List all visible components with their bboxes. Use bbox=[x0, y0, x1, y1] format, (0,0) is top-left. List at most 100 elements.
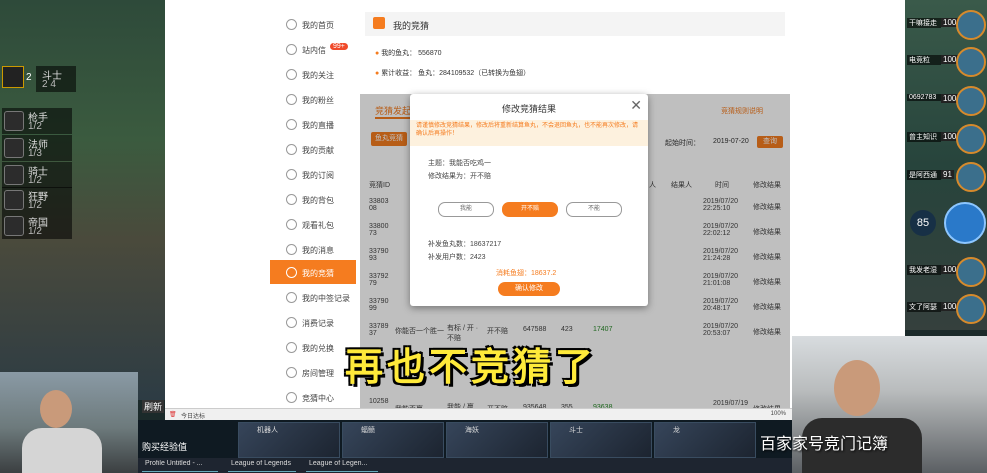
webcam-left bbox=[0, 372, 138, 473]
hex-level-icon bbox=[2, 66, 24, 88]
close-icon[interactable]: ✕ bbox=[630, 97, 642, 114]
total-fish-row: 补发鱼丸数：18637217 bbox=[428, 241, 502, 248]
player-avatar bbox=[956, 47, 986, 77]
sidebar-item-home[interactable]: 我的首页 bbox=[270, 12, 356, 36]
sidebar-item-fans[interactable]: 我的粉丝 bbox=[270, 87, 356, 111]
player-avatar bbox=[956, 124, 986, 154]
receipt-icon bbox=[286, 317, 297, 328]
sidebar-item-contribution[interactable]: 我的贡献 bbox=[270, 137, 356, 161]
taskbar-item-lol-2[interactable]: League of Legen... bbox=[306, 460, 378, 472]
sidebar-item-message-center[interactable]: 我的消息 bbox=[270, 237, 356, 261]
heart-icon bbox=[286, 69, 297, 80]
sidebar-item-gift[interactable]: 观看礼包 bbox=[270, 212, 356, 236]
player-avatar bbox=[956, 10, 986, 40]
ticket-icon bbox=[286, 292, 297, 303]
room-icon bbox=[286, 367, 297, 378]
gift-box-icon bbox=[286, 219, 297, 230]
shop-champion-card[interactable]: 机器人 bbox=[238, 422, 340, 458]
trait-brawler: 斗士 2 4 bbox=[36, 66, 76, 92]
player-avatar bbox=[956, 257, 986, 287]
sidebar-item-guess[interactable]: 我的竞猜 bbox=[270, 260, 356, 284]
shop-champion-card[interactable]: 斗士 bbox=[550, 422, 652, 458]
home-icon bbox=[286, 19, 297, 30]
player-entry[interactable]: 文了阿瑟 100 bbox=[905, 292, 987, 324]
taskbar-item-profile[interactable]: Profile Untitled - ... bbox=[142, 460, 218, 472]
trait-gunner: 枪手 1/2 bbox=[2, 108, 72, 134]
imperial-icon bbox=[4, 216, 24, 236]
fish-ball-row: ● 我的鱼丸： 556870 bbox=[375, 50, 442, 57]
coin-icon: ● bbox=[375, 70, 380, 77]
player-entry[interactable]: 干嘛接走 100 bbox=[905, 8, 987, 40]
sidebar-item-subscribe[interactable]: 我的订阅 bbox=[270, 162, 356, 186]
bag-icon bbox=[286, 194, 297, 205]
delete-icon[interactable]: 🗑 bbox=[169, 411, 177, 418]
unread-badge: 99+ bbox=[330, 43, 348, 50]
subscribe-icon bbox=[286, 169, 297, 180]
shop-champion-card[interactable]: 龙 bbox=[654, 422, 756, 458]
mail-icon bbox=[286, 44, 297, 55]
player-avatar bbox=[956, 294, 986, 324]
shop-champion-card[interactable]: 蝠鲼 bbox=[342, 422, 444, 458]
bell-icon bbox=[286, 244, 297, 255]
player-entry[interactable]: 0692783 100 bbox=[905, 84, 987, 116]
refresh-label[interactable]: 刷新 bbox=[142, 400, 165, 413]
trait-imperial: 帝国 1/2 bbox=[2, 213, 72, 239]
change-row: 修改结果为：开不赔 bbox=[428, 173, 491, 180]
player-level-badge: 85 bbox=[910, 210, 936, 236]
player-entry[interactable]: 曾主知识 100 bbox=[905, 122, 987, 154]
confirm-button[interactable]: 确认修改 bbox=[498, 282, 560, 296]
watermark: 百家家号竞门记簿 bbox=[760, 436, 889, 453]
income-row: ● 累计收益： 鱼丸：284109532（已转换为鱼翅） bbox=[375, 70, 531, 77]
trophy-icon bbox=[286, 267, 297, 278]
page-title: 我的竞猜 bbox=[393, 21, 430, 31]
zoom-level[interactable]: 100% bbox=[771, 411, 786, 417]
sidebar-item-lottery[interactable]: 我的中签记录 bbox=[270, 285, 356, 309]
player-avatar bbox=[956, 86, 986, 116]
warning-notice: 请谨慎修改竞猜结果，修改后将重新结算鱼丸，不会退回鱼丸，也不能再次修改，请确认后… bbox=[410, 120, 648, 146]
game-view-left: 2 斗士 2 4 枪手 1/2 法师 1/3 骑士 1/2 狂野 1/2 帝国 1/2 bbox=[0, 0, 165, 400]
trait-mage: 法师 1/3 bbox=[2, 135, 72, 161]
dialog-title: 修改竞猜结果 bbox=[501, 104, 556, 114]
sidebar-item-exchange[interactable]: 我的兑换 bbox=[270, 335, 356, 359]
player-avatar bbox=[956, 162, 986, 192]
sidebar-item-room[interactable]: 房间管理 bbox=[270, 360, 356, 384]
gift-icon bbox=[286, 144, 297, 155]
center-icon bbox=[286, 392, 297, 403]
streamer-body bbox=[22, 428, 102, 473]
sidebar-item-messages[interactable]: 站内信 99+ bbox=[270, 37, 356, 61]
sidebar-item-bag[interactable]: 我的背包 bbox=[270, 187, 356, 211]
mage-icon bbox=[4, 138, 24, 158]
fans-icon bbox=[286, 94, 297, 105]
taskbar-item-lol[interactable]: League of Legends bbox=[228, 460, 296, 472]
trait-wild: 狂野 1/2 bbox=[2, 187, 72, 213]
game-view-right: 干嘛接走 100 电竞粒 100 0692783 100 曾主知识 100 是阿西通 91… bbox=[905, 0, 987, 330]
player-entry[interactable]: 是阿西通 91 bbox=[905, 160, 987, 192]
trophy-icon bbox=[373, 17, 385, 29]
streamer-face bbox=[834, 360, 880, 416]
video-subtitle: 再也不竞猜了 bbox=[345, 347, 598, 389]
taskbar: Profile Untitled - ... League of Legends… bbox=[138, 458, 792, 473]
sidebar-item-consume[interactable]: 消费记录 bbox=[270, 310, 356, 334]
option-cannot-button[interactable]: 不能 bbox=[566, 202, 622, 217]
sidebar-item-follow[interactable]: 我的关注 bbox=[270, 62, 356, 86]
status-left-text: 今日达标 bbox=[181, 414, 206, 420]
streamer-face bbox=[40, 390, 72, 428]
little-legend-avatar bbox=[944, 202, 986, 244]
player-entry[interactable]: 我发老湿 100 bbox=[905, 255, 987, 287]
game-level: 2 bbox=[26, 72, 32, 83]
champion-shop: 机器人 蝠鲼 海妖 斗士 龙 bbox=[138, 420, 792, 458]
wild-icon bbox=[4, 190, 24, 210]
sidebar-item-guess-center[interactable]: 竞猜中心 bbox=[270, 385, 356, 409]
shop-champion-card[interactable]: 海妖 bbox=[446, 422, 548, 458]
knight-icon bbox=[4, 165, 24, 185]
option-no-payout-button[interactable]: 开不赔 bbox=[502, 202, 558, 217]
live-icon bbox=[286, 119, 297, 130]
total-user-row: 补发用户数：2423 bbox=[428, 254, 486, 261]
coin-icon: ● bbox=[375, 50, 380, 57]
option-can-button[interactable]: 我能 bbox=[438, 202, 494, 217]
buy-xp-button[interactable]: 购买经验值 bbox=[142, 440, 187, 453]
player-entry[interactable]: 电竞粒 100 bbox=[905, 45, 987, 77]
page-header: 我的竞猜 bbox=[365, 12, 785, 36]
sidebar-item-live[interactable]: 我的直播 bbox=[270, 112, 356, 136]
topic-row: 主题：我能否吃鸡一 bbox=[428, 160, 491, 167]
